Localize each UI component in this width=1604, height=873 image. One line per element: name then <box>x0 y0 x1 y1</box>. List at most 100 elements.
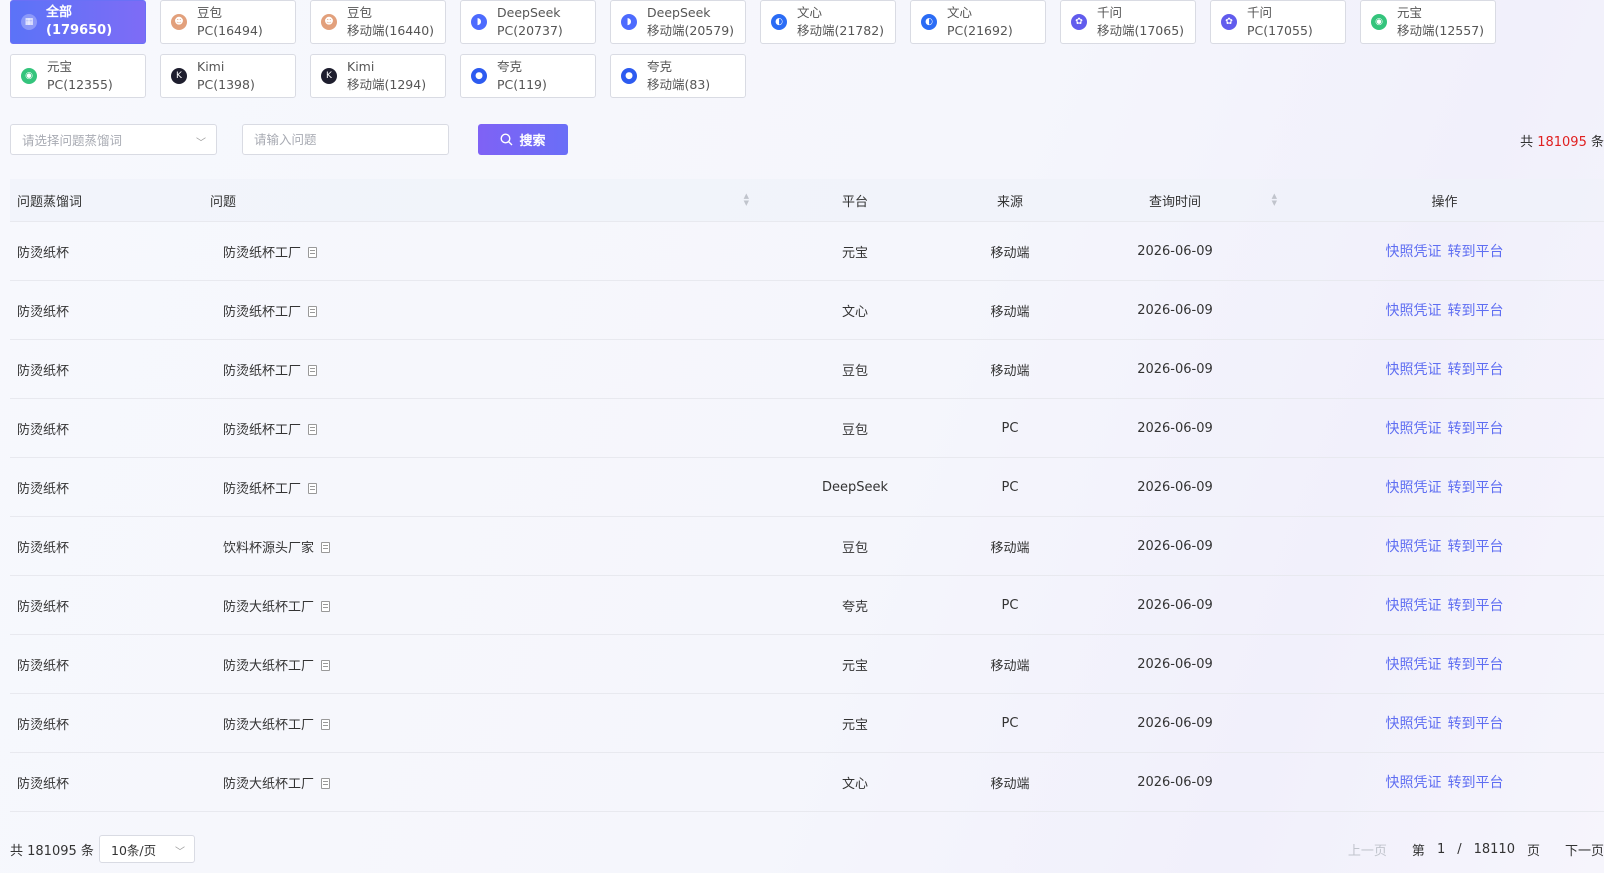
grid-icon: ▦ <box>21 14 37 30</box>
cell-source: PC <box>955 575 1065 635</box>
cell-query-time: 2026-06-09 <box>1065 693 1285 753</box>
table-row: 防烫纸杯 饮料杯源头厂家 豆包 移动端 2026-06-09 快照凭证 转到平台 <box>10 516 1604 576</box>
cell-query-time: 2026-06-09 <box>1065 339 1285 399</box>
cell-question: 防烫大纸杯工厂 <box>210 575 755 635</box>
keyword-select[interactable]: 请选择问题蒸馏词 ﹀ <box>10 124 217 155</box>
cell-query-time: 2026-06-09 <box>1065 221 1285 281</box>
snapshot-link[interactable]: 快照凭证 <box>1386 244 1442 260</box>
sort-icon[interactable]: ▲ ▼ <box>1272 193 1277 207</box>
platform-tab[interactable]: ◗ DeepSeek 移动端(20579) <box>610 0 746 44</box>
platform-tab[interactable]: ▦ 全部 (179650) <box>10 0 146 44</box>
platform-tab[interactable]: K Kimi 移动端(1294) <box>310 54 446 98</box>
header-platform: 平台 <box>755 179 955 222</box>
next-page-button[interactable]: 下一页 <box>1565 840 1604 859</box>
kimi-icon: K <box>171 68 187 84</box>
header-question[interactable]: 问题 ▲ ▼ <box>210 179 755 222</box>
chevron-down-icon: ﹀ <box>175 847 185 858</box>
chevron-down-icon: ﹀ <box>196 138 206 149</box>
platform-tab[interactable]: ✿ 千问 移动端(17065) <box>1060 0 1196 44</box>
platform-tab[interactable]: ✿ 千问 PC(17055) <box>1210 0 1346 44</box>
copy-icon[interactable] <box>321 600 331 612</box>
goto-platform-link[interactable]: 转到平台 <box>1448 775 1504 791</box>
platform-tab[interactable]: ● 夸克 PC(119) <box>460 54 596 98</box>
footer-total: 共 181095 条 <box>10 844 94 859</box>
search-button-label: 搜索 <box>519 134 546 149</box>
goto-platform-link[interactable]: 转到平台 <box>1448 362 1504 378</box>
snapshot-link[interactable]: 快照凭证 <box>1386 421 1442 437</box>
current-page[interactable]: 1 <box>1437 842 1445 857</box>
platform-tab[interactable]: K Kimi PC(1398) <box>160 54 296 98</box>
tab-count: 移动端(16440) <box>347 23 435 38</box>
snapshot-link[interactable]: 快照凭证 <box>1386 775 1442 791</box>
snapshot-link[interactable]: 快照凭证 <box>1386 716 1442 732</box>
goto-platform-link[interactable]: 转到平台 <box>1448 303 1504 319</box>
snapshot-link[interactable]: 快照凭证 <box>1386 303 1442 319</box>
copy-icon[interactable] <box>321 718 331 730</box>
goto-platform-link[interactable]: 转到平台 <box>1448 421 1504 437</box>
cell-source: PC <box>955 398 1065 458</box>
tab-name: DeepSeek <box>647 5 711 20</box>
platform-tab[interactable]: ◐ 文心 PC(21692) <box>910 0 1046 44</box>
copy-icon[interactable] <box>308 482 318 494</box>
table-header-row: 问题蒸馏词 问题 ▲ ▼ 平台 来源 查询时间 ▲ ▼ 操作 <box>10 179 1604 222</box>
cell-query-time: 2026-06-09 <box>1065 634 1285 694</box>
platform-tab[interactable]: ◉ 元宝 移动端(12557) <box>1360 0 1496 44</box>
cell-action: 快照凭证 转到平台 <box>1285 457 1604 517</box>
sort-icon[interactable]: ▲ ▼ <box>744 193 749 207</box>
header-query-time[interactable]: 查询时间 ▲ ▼ <box>1065 179 1285 222</box>
copy-icon[interactable] <box>308 423 318 435</box>
goto-platform-link[interactable]: 转到平台 <box>1448 539 1504 555</box>
platform-tab[interactable]: ◗ DeepSeek PC(20737) <box>460 0 596 44</box>
copy-icon[interactable] <box>308 246 318 258</box>
yuanbao-icon: ◉ <box>1371 14 1387 30</box>
cell-question: 防烫纸杯工厂 <box>210 457 755 517</box>
platform-tab[interactable]: ☻ 豆包 PC(16494) <box>160 0 296 44</box>
goto-platform-link[interactable]: 转到平台 <box>1448 244 1504 260</box>
platform-tab[interactable]: ◉ 元宝 PC(12355) <box>10 54 146 98</box>
copy-icon[interactable] <box>308 364 318 376</box>
cell-keyword: 防烫纸杯 <box>10 339 210 399</box>
goto-platform-link[interactable]: 转到平台 <box>1448 480 1504 496</box>
tab-name: 文心 <box>947 5 973 20</box>
copy-icon[interactable] <box>321 541 331 553</box>
snapshot-link[interactable]: 快照凭证 <box>1386 480 1442 496</box>
wenxin-icon: ◐ <box>771 14 787 30</box>
snapshot-link[interactable]: 快照凭证 <box>1386 657 1442 673</box>
deepseek-icon: ◗ <box>471 14 487 30</box>
copy-icon[interactable] <box>308 305 318 317</box>
copy-icon[interactable] <box>321 659 331 671</box>
question-text: 防烫大纸杯工厂 <box>223 658 315 674</box>
tab-count: PC(16494) <box>197 23 263 38</box>
table-row: 防烫纸杯 防烫大纸杯工厂 夸克 PC 2026-06-09 快照凭证 转到平台 <box>10 575 1604 635</box>
cell-platform: 元宝 <box>755 221 955 281</box>
cell-platform: 元宝 <box>755 693 955 753</box>
qianwen-icon: ✿ <box>1221 14 1237 30</box>
page-prefix: 第 <box>1411 844 1425 859</box>
prev-page-button[interactable]: 上一页 <box>1348 840 1387 859</box>
snapshot-link[interactable]: 快照凭证 <box>1386 362 1442 378</box>
cell-platform: 豆包 <box>755 339 955 399</box>
copy-icon[interactable] <box>321 777 331 789</box>
goto-platform-link[interactable]: 转到平台 <box>1448 598 1504 614</box>
platform-tab[interactable]: ◐ 文心 移动端(21782) <box>760 0 896 44</box>
filter-bar: 请选择问题蒸馏词 ﹀ 搜索 共 181095 条 <box>10 124 1604 156</box>
question-text: 防烫纸杯工厂 <box>223 363 302 379</box>
question-input[interactable] <box>242 124 449 155</box>
cell-action: 快照凭证 转到平台 <box>1285 221 1604 281</box>
snapshot-link[interactable]: 快照凭证 <box>1386 539 1442 555</box>
page-size-select[interactable]: 10条/页 ﹀ <box>99 835 195 863</box>
platform-tab[interactable]: ☻ 豆包 移动端(16440) <box>310 0 446 44</box>
page-size-value: 10条/页 <box>111 842 157 858</box>
platform-tab[interactable]: ● 夸克 移动端(83) <box>610 54 746 98</box>
goto-platform-link[interactable]: 转到平台 <box>1448 716 1504 732</box>
tab-count: PC(12355) <box>47 77 113 92</box>
tab-count: 移动端(21782) <box>797 23 885 38</box>
search-button[interactable]: 搜索 <box>478 124 568 155</box>
tab-count: 移动端(83) <box>647 77 711 92</box>
snapshot-link[interactable]: 快照凭证 <box>1386 598 1442 614</box>
table-row: 防烫纸杯 防烫纸杯工厂 元宝 移动端 2026-06-09 快照凭证 转到平台 <box>10 221 1604 281</box>
tab-name: DeepSeek <box>497 5 561 20</box>
goto-platform-link[interactable]: 转到平台 <box>1448 657 1504 673</box>
tab-count: PC(21692) <box>947 23 1013 38</box>
table-row: 防烫纸杯 防烫纸杯工厂 豆包 移动端 2026-06-09 快照凭证 转到平台 <box>10 339 1604 399</box>
